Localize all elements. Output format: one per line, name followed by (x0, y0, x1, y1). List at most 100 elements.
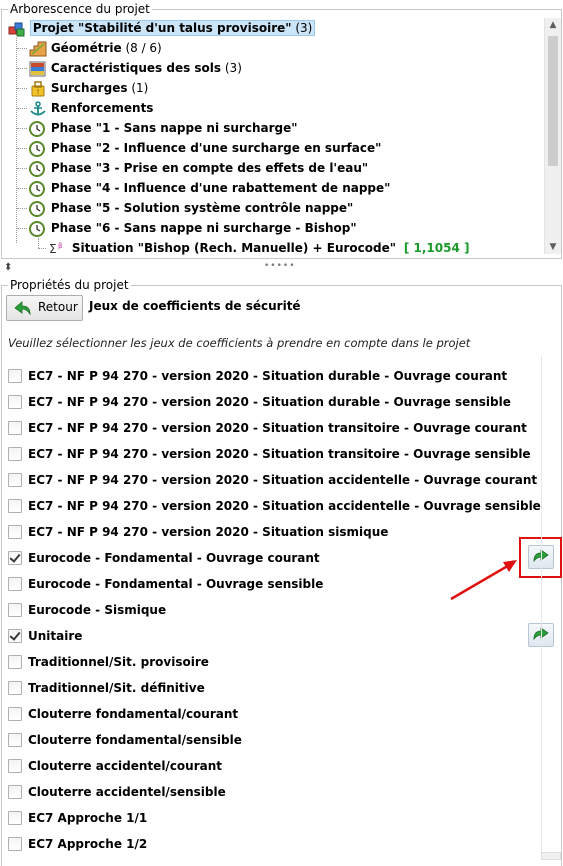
tree-item-count: (8 / 6) (125, 41, 162, 55)
coefficient-set-checkbox[interactable] (8, 472, 22, 487)
coefficient-set-label: Traditionnel/Sit. provisoire (28, 655, 209, 669)
coefficient-set-checkbox[interactable] (8, 394, 22, 409)
tree-item-count: (1) (131, 81, 149, 95)
coefficient-set-checkbox[interactable] (8, 680, 22, 695)
coefficient-set-checkbox[interactable] (8, 576, 22, 591)
tree-item-renforcements[interactable]: Renforcements (29, 98, 153, 118)
coefficient-set-item[interactable]: EC7 - NF P 94 270 - version 2020 - Situa… (8, 366, 507, 386)
sigma-icon: Σβ (48, 241, 68, 257)
phase-label: Phase "6 - Sans nappe ni surcharge - Bis… (50, 221, 357, 235)
clock-icon (29, 180, 47, 197)
coefficient-set-label: Eurocode - Fondamental - Ouvrage sensibl… (28, 577, 324, 591)
instruction-text: Veuillez sélectionner les jeux de coeffi… (8, 336, 471, 350)
tree-item-label: Renforcements (50, 101, 154, 115)
coefficient-set-checkbox[interactable] (8, 446, 22, 461)
project-cubes-icon (8, 21, 26, 37)
tree-item-count: (3) (224, 61, 242, 75)
coefficient-set-item[interactable]: EC7 - NF P 94 270 - version 2020 - Situa… (8, 392, 511, 412)
tree-scrollbar[interactable]: ▲ ▼ (544, 18, 561, 254)
coefficient-set-item[interactable]: Eurocode - Sismique (8, 600, 166, 620)
tree-item-label: Surcharges (50, 81, 128, 95)
scroll-down-icon[interactable]: ▼ (545, 242, 561, 252)
tree-item-project[interactable]: Projet "Stabilité d'un talus provisoire"… (8, 18, 316, 38)
back-arrow-icon (14, 300, 32, 319)
coefficient-set-item[interactable]: Unitaire (8, 626, 82, 646)
tree-item-situation[interactable]: Σβ Situation "Bishop (Rech. Manuelle) + … (48, 238, 469, 258)
tree-item-phase-1[interactable]: Phase "1 - Sans nappe ni surcharge" (29, 118, 298, 138)
properties-panel-title: Propriétés du projet (8, 278, 131, 292)
phase-label: Phase "3 - Prise en compte des effets de… (50, 161, 369, 175)
back-button[interactable]: Retour (6, 295, 83, 321)
coefficient-set-checkbox[interactable] (8, 836, 22, 851)
clock-icon (29, 140, 47, 157)
clock-icon (29, 160, 47, 177)
tree-item-geometrie[interactable]: Géométrie (8 / 6) (29, 38, 162, 58)
coefficient-set-checkbox[interactable] (8, 784, 22, 799)
coefficient-set-item[interactable]: EC7 Approche 1/1 (8, 808, 147, 828)
situation-label: Situation "Bishop (Rech. Manuelle) + Eur… (71, 241, 397, 255)
coefficient-set-checkbox[interactable] (8, 810, 22, 825)
coefficient-set-checkbox[interactable] (8, 654, 22, 669)
coefficient-set-item[interactable]: Traditionnel/Sit. provisoire (8, 652, 209, 672)
coefficient-set-item[interactable]: Clouterre accidentel/sensible (8, 782, 226, 802)
coefficient-set-checkbox[interactable] (8, 628, 22, 643)
coefficient-set-checkbox[interactable] (8, 602, 22, 617)
coefficient-set-checkbox[interactable] (8, 732, 22, 747)
coefficient-set-label: Clouterre fondamental/sensible (28, 733, 242, 747)
coefficient-set-item[interactable]: EC7 Approche 1/2 (8, 834, 147, 854)
anchor-icon (29, 100, 47, 117)
coefficient-set-item[interactable]: EC7 - NF P 94 270 - version 2020 - Situa… (8, 522, 388, 542)
list-scroll-track (541, 355, 542, 858)
project-label: Projet "Stabilité d'un talus provisoire"… (29, 20, 316, 36)
coefficient-set-item[interactable]: Eurocode - Fondamental - Ouvrage courant (8, 548, 320, 568)
splitter-toggle-icon[interactable]: ⬍ (4, 262, 12, 273)
tree-item-phase-4[interactable]: Phase "4 - Influence d'une rabattement d… (29, 178, 390, 198)
coefficient-set-item[interactable]: Clouterre accidentel/courant (8, 756, 222, 776)
back-button-label: Retour (38, 300, 78, 314)
tree-item-label: Caractéristiques des sols (50, 61, 222, 75)
coefficient-set-checkbox[interactable] (8, 524, 22, 539)
tree-item-phase-2[interactable]: Phase "2 - Influence d'une surcharge en … (29, 138, 381, 158)
coefficient-set-label: Clouterre accidentel/courant (28, 759, 223, 773)
situation-value: [ 1,1054 ] (403, 241, 470, 255)
coefficient-set-item[interactable]: EC7 - NF P 94 270 - version 2020 - Situa… (8, 496, 541, 516)
coefficient-set-checkbox[interactable] (8, 550, 22, 565)
coefficient-set-item[interactable]: EC7 - NF P 94 270 - version 2020 - Situa… (8, 470, 537, 490)
coefficient-set-item[interactable]: EC7 - NF P 94 270 - version 2020 - Situa… (8, 444, 531, 464)
splitter-handle[interactable]: ••••• (264, 261, 296, 271)
coefficient-set-item[interactable]: Eurocode - Fondamental - Ouvrage sensibl… (8, 574, 323, 594)
coefficient-set-label: Traditionnel/Sit. définitive (28, 681, 205, 695)
tree-item-phase-5[interactable]: Phase "5 - Solution système contrôle nap… (29, 198, 353, 218)
tree-item-label: Géométrie (50, 41, 122, 55)
coefficient-set-label: Unitaire (28, 629, 83, 643)
coefficient-set-checkbox[interactable] (8, 758, 22, 773)
svg-text:!: ! (37, 88, 40, 96)
coefficient-set-checkbox[interactable] (8, 368, 22, 383)
scrollbar-thumb[interactable] (548, 36, 558, 166)
coefficient-set-label: EC7 - NF P 94 270 - version 2020 - Situa… (28, 447, 531, 461)
phase-label: Phase "5 - Solution système contrôle nap… (50, 201, 354, 215)
coefficient-set-checkbox[interactable] (8, 498, 22, 513)
tree-item-phase-6[interactable]: Phase "6 - Sans nappe ni surcharge - Bis… (29, 218, 357, 238)
coefficient-set-item[interactable]: EC7 - NF P 94 270 - version 2020 - Situa… (8, 418, 527, 438)
coefficient-set-item[interactable]: Clouterre fondamental/sensible (8, 730, 242, 750)
phase-label: Phase "4 - Influence d'une rabattement d… (50, 181, 391, 195)
coefficient-set-item[interactable]: Traditionnel/Sit. définitive (8, 678, 205, 698)
tree-item-phase-3[interactable]: Phase "3 - Prise en compte des effets de… (29, 158, 368, 178)
section-title: Jeux de coefficients de sécurité (89, 299, 301, 313)
coefficient-set-label: EC7 - NF P 94 270 - version 2020 - Situa… (28, 395, 511, 409)
weight-icon: ! (29, 80, 47, 97)
scroll-up-icon[interactable]: ▲ (545, 20, 561, 30)
annotation-arrow (450, 560, 517, 601)
tree-item-surcharges[interactable]: ! Surcharges (1) (29, 78, 148, 98)
phase-label: Phase "1 - Sans nappe ni surcharge" (50, 121, 298, 135)
tree-item-caracteristiques-sols[interactable]: Caractéristiques des sols (3) (29, 58, 242, 78)
coefficient-set-checkbox[interactable] (8, 706, 22, 721)
coefficient-set-checkbox[interactable] (8, 420, 22, 435)
coefficient-set-label: EC7 Approche 1/1 (28, 811, 148, 825)
svg-text:Σ: Σ (49, 242, 57, 256)
coefficient-set-label: Eurocode - Fondamental - Ouvrage courant (28, 551, 320, 565)
tree-panel-title: Arborescence du projet (8, 2, 152, 16)
coefficient-set-label: EC7 - NF P 94 270 - version 2020 - Situa… (28, 421, 527, 435)
coefficient-set-item[interactable]: Clouterre fondamental/courant (8, 704, 238, 724)
